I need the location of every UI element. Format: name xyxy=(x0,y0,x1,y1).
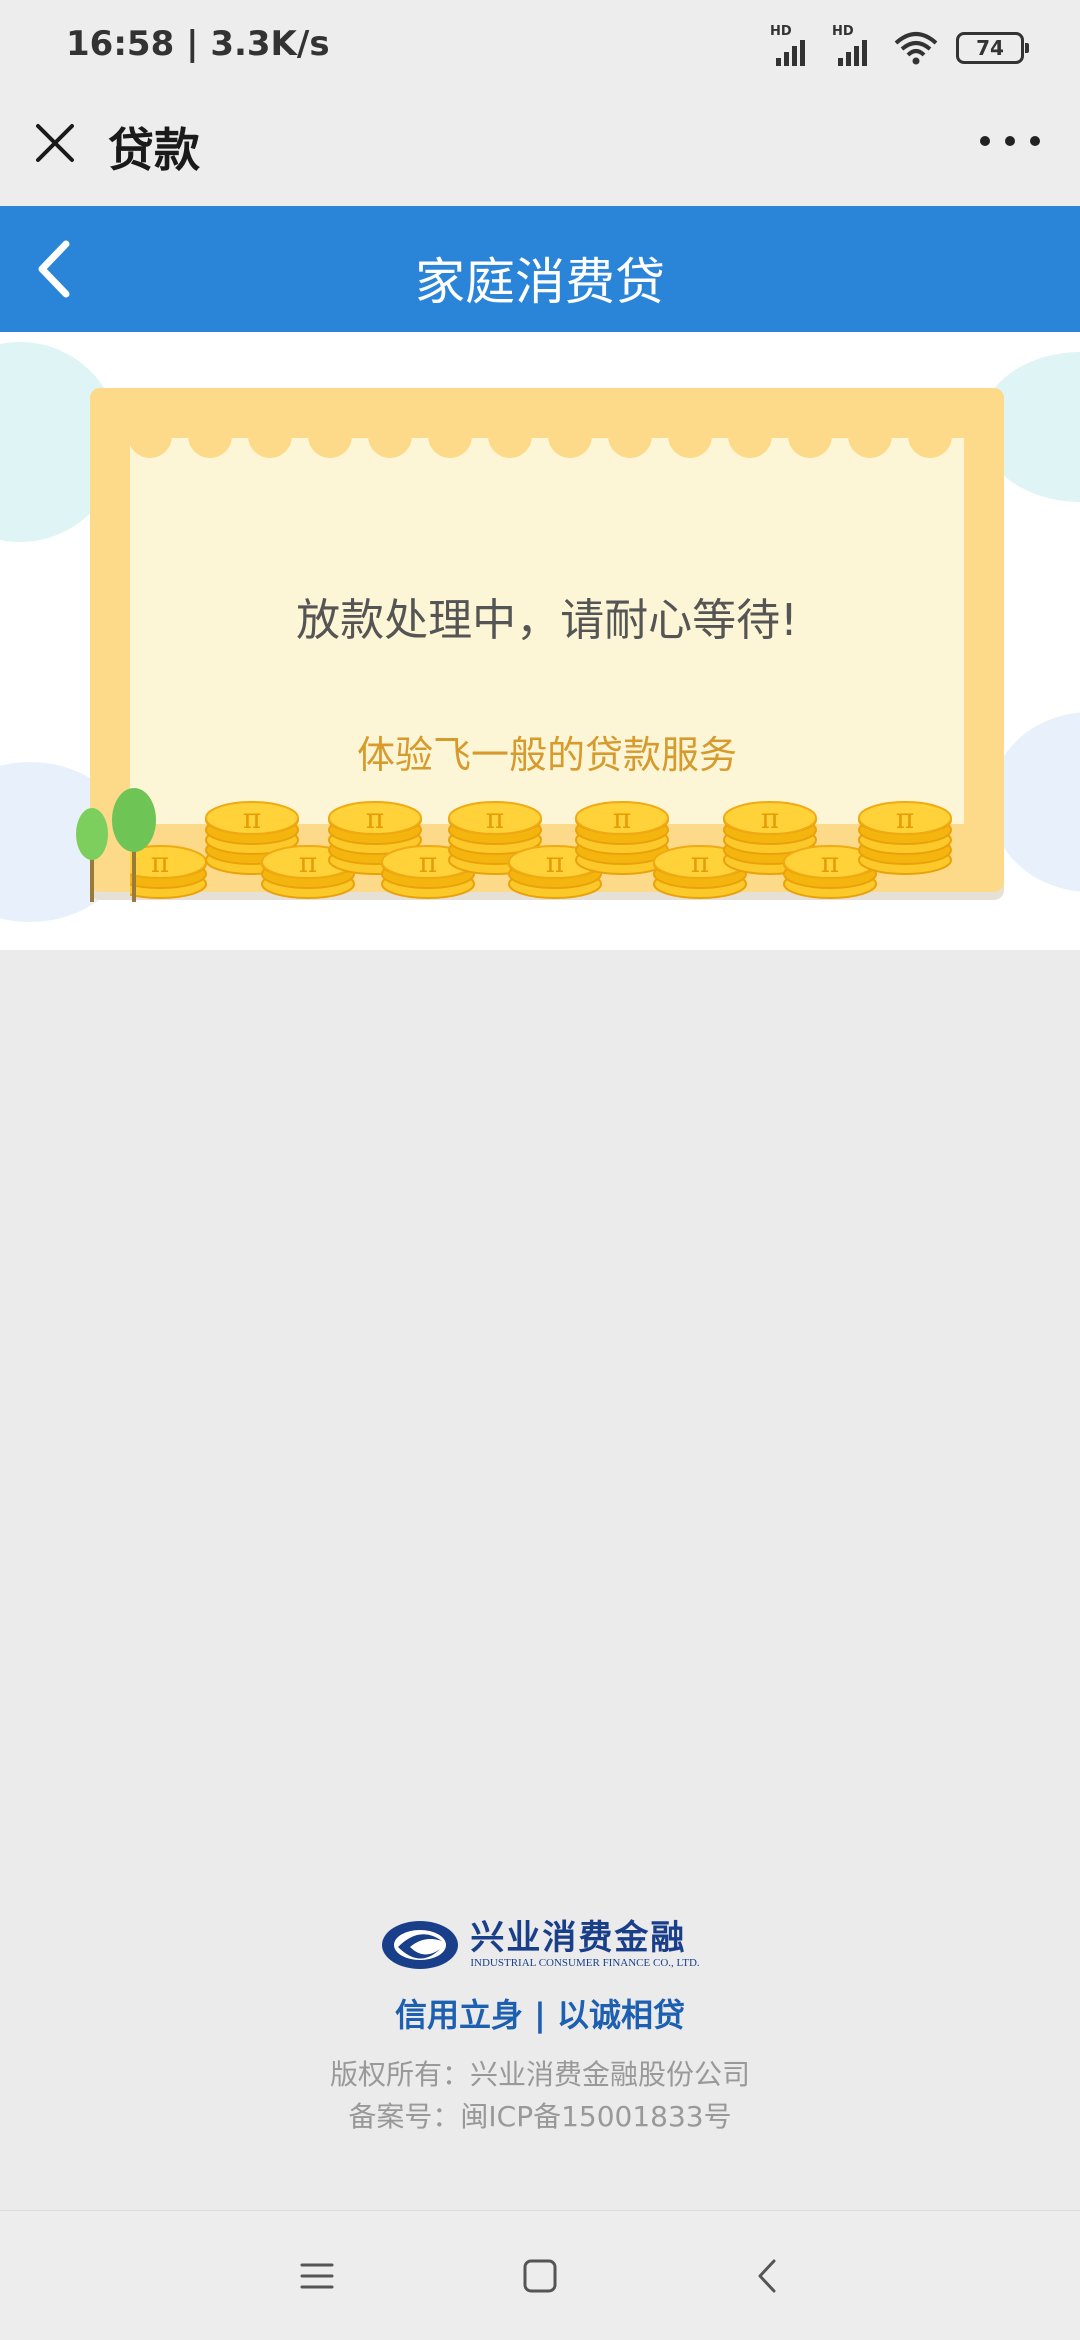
coin-symbol: π xyxy=(419,846,437,879)
coin-symbol: π xyxy=(613,802,631,835)
signal-hd-label-2: HD xyxy=(832,24,854,39)
logo-chinese-name: 兴业消费金融 xyxy=(470,1918,687,1958)
icp-record: 备案号：闽ICP备15001833号 xyxy=(348,2100,732,2133)
nav-back-button[interactable] xyxy=(742,2251,792,2301)
tree-icon xyxy=(76,788,156,902)
company-slogan: 信用立身 | 以诚相贷 xyxy=(395,1996,685,2034)
header-title: 家庭消费贷 xyxy=(415,253,665,311)
message-panel: 放款处理中，请耐心等待! 体验飞一般的贷款服务 xyxy=(130,424,964,824)
webview-top-bar: 贷款 xyxy=(0,96,1080,206)
message-frame: 放款处理中，请耐心等待! 体验飞一般的贷款服务 ππππππππππππ xyxy=(90,388,1004,899)
status-message: 放款处理中，请耐心等待! xyxy=(296,595,798,646)
copyright-text: 版权所有：兴业消费金融股份公司 xyxy=(329,2058,750,2091)
app-header: 家庭消费贷 xyxy=(0,206,1080,332)
footer: 兴业消费金融 INDUSTRIAL CONSUMER FINANCE CO., … xyxy=(0,1910,1080,2138)
coin-symbol: π xyxy=(821,846,839,879)
recent-apps-button[interactable] xyxy=(292,2251,342,2301)
close-icon xyxy=(36,124,74,162)
scallop-border xyxy=(130,424,964,458)
wifi-icon xyxy=(894,32,938,65)
signal-hd-label: HD xyxy=(770,24,792,39)
company-logo-icon xyxy=(382,1921,459,1969)
coin-symbol: π xyxy=(366,802,384,835)
battery-indicator: 74 xyxy=(956,32,1029,64)
home-square-icon xyxy=(523,2259,557,2293)
signal-icon: HD xyxy=(770,24,814,66)
coin-symbol: π xyxy=(486,802,504,835)
status-icons: HD HD 74 xyxy=(770,24,1029,68)
coin-symbol: π xyxy=(299,846,317,879)
coin-symbol: π xyxy=(896,802,914,835)
menu-icon xyxy=(300,2263,334,2289)
coin-symbol: π xyxy=(761,802,779,835)
coin-stacks-illustration: ππππππππππππ xyxy=(130,801,952,899)
logo-english-name: INDUSTRIAL CONSUMER FINANCE CO., LTD. xyxy=(470,1957,700,1969)
system-nav-bar xyxy=(0,2210,1080,2340)
home-button[interactable] xyxy=(515,2251,565,2301)
more-button[interactable] xyxy=(980,126,1040,156)
coin-stack: π xyxy=(858,801,952,875)
signal-icon-2: HD xyxy=(832,24,876,66)
coin-symbol: π xyxy=(546,846,564,879)
status-card-section: 放款处理中，请耐心等待! 体验飞一般的贷款服务 ππππππππππππ xyxy=(0,332,1080,950)
status-time: 16:58 | 3.3K/s xyxy=(66,24,330,64)
coin-symbol: π xyxy=(691,846,709,879)
page-title: 贷款 xyxy=(108,123,200,177)
company-logo: 兴业消费金融 INDUSTRIAL CONSUMER FINANCE CO., … xyxy=(0,1910,1080,1980)
close-button[interactable] xyxy=(28,116,82,170)
coin-symbol: π xyxy=(243,802,261,835)
back-triangle-icon xyxy=(758,2259,776,2293)
status-bar: 16:58 | 3.3K/s HD HD 74 xyxy=(0,0,1080,96)
more-dots-icon xyxy=(980,136,990,146)
